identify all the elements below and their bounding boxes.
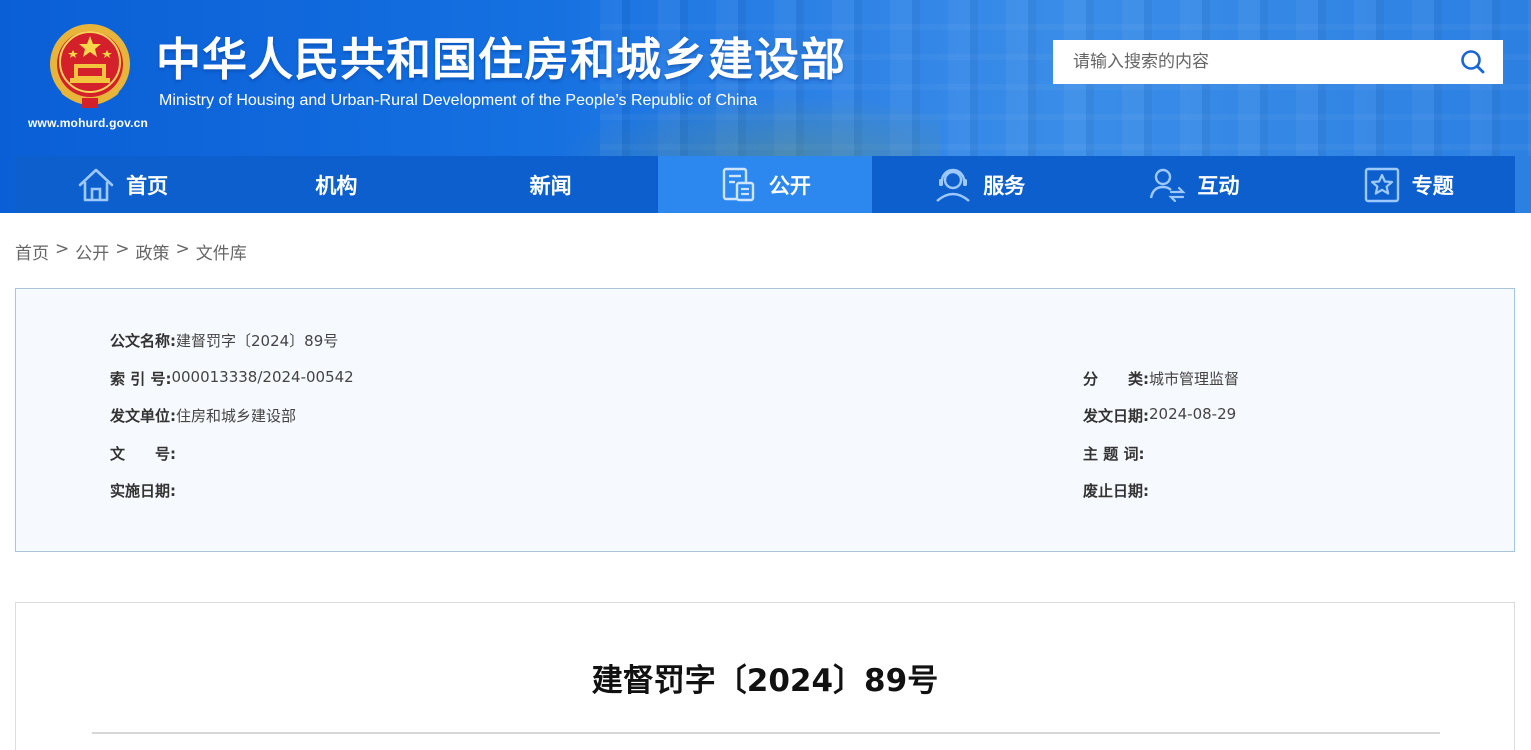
meta-category: 分 类: 城市管理监督 (1083, 368, 1239, 389)
breadcrumb-separator: > (55, 239, 70, 259)
meta-label: 发文单位: (110, 407, 176, 425)
national-emblem-icon[interactable] (48, 22, 132, 112)
nav-label: 专题 (1411, 173, 1454, 198)
document-open-icon (719, 165, 759, 205)
site-subtitle: Ministry of Housing and Urban-Rural Deve… (159, 92, 758, 109)
meta-subject: 主 题 词: (1083, 443, 1144, 464)
search-button[interactable] (1443, 40, 1503, 84)
breadcrumb-document-library[interactable]: 文件库 (196, 239, 247, 264)
nav-label: 机构 (315, 173, 358, 198)
search-bar (1053, 40, 1503, 84)
meta-doc-number: 文 号: (110, 443, 176, 464)
meta-value: 住房和城乡建设部 (176, 407, 297, 425)
nav-item-public[interactable]: 公开 (657, 156, 873, 213)
breadcrumb-public[interactable]: 公开 (75, 239, 109, 264)
meta-issue-date: 发文日期: 2024-08-29 (1083, 405, 1236, 426)
nav-label: 首页 (126, 173, 169, 198)
nav-item-home[interactable]: 首页 (15, 156, 229, 213)
meta-expiry-date: 废止日期: (1083, 480, 1149, 501)
document-metadata-panel: 公文名称: 建督罚字〔2024〕89号 索 引 号: 000013338/202… (15, 288, 1515, 552)
meta-index-number: 索 引 号: 000013338/2024-00542 (110, 368, 354, 389)
customer-service-icon (933, 165, 973, 205)
nav-label: 新闻 (529, 173, 572, 198)
meta-value: 2024-08-29 (1149, 405, 1237, 423)
nav-item-interaction[interactable]: 互动 (1086, 156, 1300, 213)
meta-issuer: 发文单位: 住房和城乡建设部 (110, 405, 296, 426)
meta-label: 废止日期: (1083, 482, 1149, 500)
main-nav: 首页 机构 新闻 公开 服务 互动 专题 (15, 156, 1515, 213)
meta-effective-date: 实施日期: (110, 480, 176, 501)
search-input[interactable] (1053, 40, 1443, 84)
nav-item-news[interactable]: 新闻 (444, 156, 658, 213)
meta-value: 建督罚字〔2024〕89号 (176, 332, 339, 350)
user-exchange-icon (1147, 165, 1187, 205)
nav-label: 公开 (768, 173, 811, 198)
site-title[interactable]: 中华人民共和国住房和城乡建设部 (156, 30, 846, 90)
article-panel: 建督罚字〔2024〕89号 (15, 602, 1515, 750)
nav-label: 互动 (1197, 173, 1240, 198)
breadcrumb-home[interactable]: 首页 (15, 239, 49, 264)
meta-label: 公文名称: (110, 332, 176, 350)
meta-value: 城市管理监督 (1149, 370, 1240, 388)
meta-label: 主 题 词: (1083, 445, 1145, 463)
meta-doc-name: 公文名称: 建督罚字〔2024〕89号 (110, 330, 338, 351)
nav-item-institutions[interactable]: 机构 (229, 156, 443, 213)
meta-value: 000013338/2024-00542 (171, 368, 354, 386)
meta-label: 索 引 号: (110, 370, 172, 388)
article-title: 建督罚字〔2024〕89号 (591, 663, 939, 699)
meta-label: 文 号: (110, 445, 176, 463)
home-icon (76, 165, 116, 205)
site-url[interactable]: www.mohurd.gov.cn (28, 116, 148, 130)
star-box-icon (1362, 165, 1402, 205)
breadcrumb-separator: > (175, 239, 190, 259)
search-icon (1461, 50, 1485, 74)
nav-label: 服务 (983, 173, 1026, 198)
title-divider (92, 732, 1440, 734)
nav-item-topics[interactable]: 专题 (1301, 156, 1515, 213)
meta-label: 分 类: (1083, 370, 1149, 388)
meta-label: 实施日期: (110, 482, 176, 500)
breadcrumb-separator: > (115, 239, 130, 259)
breadcrumb: 首页 > 公开 > 政策 > 文件库 (15, 239, 247, 264)
meta-label: 发文日期: (1083, 407, 1149, 425)
breadcrumb-policy[interactable]: 政策 (136, 239, 170, 264)
nav-item-service[interactable]: 服务 (872, 156, 1086, 213)
